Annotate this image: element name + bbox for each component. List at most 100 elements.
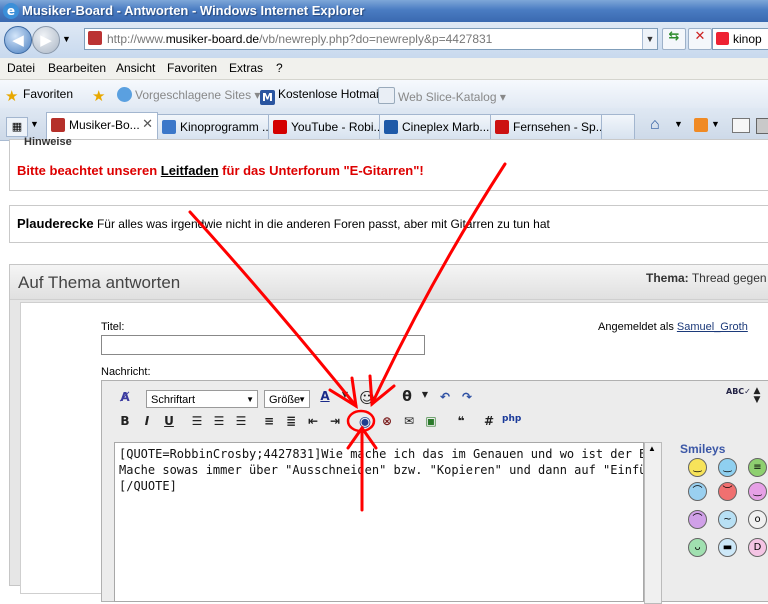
remove-link-icon[interactable]: ⊗	[378, 414, 396, 432]
smiley-confused-icon[interactable]: ~	[718, 510, 737, 529]
quick-tabs-icon[interactable]: ▦	[6, 117, 28, 137]
smiley-mad-icon[interactable]: ︶	[718, 482, 737, 501]
site-favicon-icon	[88, 31, 102, 45]
close-tab-icon[interactable]: ✕	[142, 117, 153, 132]
insert-image-icon[interactable]: ▣	[422, 414, 440, 432]
redo-icon[interactable]: ↷	[458, 390, 476, 408]
smiley-cool-icon[interactable]: ‿	[718, 458, 737, 477]
message-textarea[interactable]: [QUOTE=RobbinCrosby;4427831]Wie mache ic…	[114, 442, 644, 602]
msn-icon: M	[260, 90, 275, 105]
smiley-eek-icon[interactable]: o	[748, 510, 767, 529]
thread-title: Thema: Thread gegen P	[646, 271, 768, 285]
tab-cineplex[interactable]: Cineplex Marb...	[379, 114, 491, 139]
user-link[interactable]: Samuel_Groth	[677, 321, 748, 333]
smiley-sunglasses-icon[interactable]: ▬	[718, 538, 737, 557]
insert-email-icon[interactable]: ✉	[400, 414, 418, 432]
add-favorite-icon[interactable]: ★	[92, 87, 110, 104]
star-icon: ★	[5, 88, 19, 105]
navigation-bar: ◀ ▶ ▼ http://www.musiker-board.de/vb/new…	[0, 22, 768, 58]
title-input[interactable]	[101, 335, 425, 355]
bold-icon[interactable]: B	[116, 414, 134, 432]
menu-bearbeiten[interactable]: Bearbeiten	[48, 61, 106, 75]
align-left-icon[interactable]: ☰	[188, 414, 206, 432]
menu-favoriten[interactable]: Favoriten	[167, 61, 217, 75]
resize-editor-icon[interactable]: ▲ ▼	[748, 387, 766, 407]
stop-button[interactable]: ✕	[688, 28, 712, 50]
tab-favicon-icon	[51, 118, 65, 132]
address-dropdown-icon[interactable]: ▼	[642, 29, 657, 49]
indent-icon[interactable]: ⇥	[326, 414, 344, 432]
align-right-icon[interactable]: ☰	[232, 414, 250, 432]
tab-list-dropdown-icon[interactable]: ▼	[30, 119, 39, 129]
remove-format-icon[interactable]: A̸	[116, 390, 134, 408]
smiley-wink-icon[interactable]: ‿	[748, 482, 767, 501]
italic-icon[interactable]: I	[138, 414, 156, 432]
message-label: Nachricht:	[101, 366, 151, 378]
underline-icon[interactable]: U	[160, 414, 178, 432]
menu-ansicht[interactable]: Ansicht	[116, 61, 155, 75]
print-icon[interactable]	[756, 118, 768, 134]
special-char-icon[interactable]: θ	[398, 389, 416, 407]
spellcheck-icon[interactable]: ABC✓	[726, 387, 751, 405]
address-field[interactable]: http://www.musiker-board.de/vb/newreply.…	[84, 28, 658, 50]
undo-icon[interactable]: ↶	[436, 390, 454, 408]
home-dropdown-icon[interactable]: ▼	[674, 119, 683, 129]
menu-datei[interactable]: Datei	[7, 61, 35, 75]
ordered-list-icon[interactable]: ≡	[260, 414, 278, 432]
menu-help[interactable]: ?	[276, 61, 283, 75]
web-slice-link[interactable]: Web Slice-Katalog ▾	[378, 87, 506, 104]
feed-dropdown-icon[interactable]: ▼	[711, 119, 720, 129]
plauderecke-description: Für alles was irgendwie nicht in die and…	[96, 217, 550, 231]
text-color-dropdown-icon[interactable]: ▼	[336, 390, 354, 408]
font-select[interactable]: Schriftart ▼	[146, 390, 258, 408]
smiley-sad-icon[interactable]: ⌒	[688, 510, 707, 529]
search-provider-icon	[716, 32, 729, 45]
scroll-up-icon[interactable]: ▲	[648, 444, 656, 453]
text-color-icon[interactable]: A	[316, 389, 334, 407]
message-editor: A̸ Schriftart ▼ Größe ▼ A ▼ ☺ θ ▼ ↶ ↷ ABC✓…	[101, 380, 768, 604]
plauderecke-link[interactable]: Plauderecke	[17, 216, 94, 231]
search-input[interactable]: kinop	[712, 28, 768, 50]
code-icon[interactable]: #	[480, 414, 498, 432]
hotmail-link[interactable]: M Kostenlose Hotmail	[260, 87, 381, 105]
textarea-scrollbar[interactable]: ▲	[644, 442, 662, 604]
insert-link-icon[interactable]: ◉	[356, 414, 374, 432]
php-code-icon[interactable]: php	[502, 414, 521, 432]
reply-title: Auf Thema antworten	[18, 273, 181, 292]
refresh-button[interactable]: ⇆	[662, 28, 686, 50]
rss-feed-icon[interactable]	[694, 118, 708, 132]
quote-icon[interactable]: ❝	[452, 414, 470, 432]
page-content: Hinweise Bitte beachtet unseren Leitfade…	[0, 136, 768, 604]
align-center-icon[interactable]: ☰	[210, 414, 228, 432]
smiley-smile-icon[interactable]: ‿	[688, 458, 707, 477]
home-icon[interactable]: ⌂	[650, 116, 660, 134]
tab-bar: ▦ ▼ Musiker-Bo... ✕ Kinoprogramm ... You…	[0, 108, 768, 141]
size-select[interactable]: Größe ▼	[264, 390, 310, 408]
favorites-button[interactable]: ★ Favoriten	[5, 87, 73, 104]
smiley-insert-icon[interactable]: ☺	[358, 389, 376, 407]
forward-button[interactable]: ▶	[32, 26, 60, 54]
leitfaden-link[interactable]: Leitfaden	[161, 163, 219, 178]
new-tab-button[interactable]	[601, 114, 635, 139]
mail-icon[interactable]	[732, 118, 750, 133]
suggested-sites-link[interactable]: Vorgeschlagene Sites ▾	[117, 87, 260, 102]
special-char-dropdown-icon[interactable]: ▼	[416, 390, 434, 408]
back-button[interactable]: ◀	[4, 26, 32, 54]
smiley-laugh-icon[interactable]: D	[748, 538, 767, 557]
ie-page-icon	[117, 87, 132, 102]
tab-favicon-icon	[273, 120, 287, 134]
menu-bar: Datei Bearbeiten Ansicht Favoriten Extra…	[0, 58, 768, 80]
smiley-tongue-icon[interactable]: ᴗ	[688, 538, 707, 557]
history-dropdown-icon[interactable]: ▼	[62, 34, 71, 44]
outdent-icon[interactable]: ⇤	[304, 414, 322, 432]
tab-kinoprogramm[interactable]: Kinoprogramm ...	[157, 114, 269, 139]
menu-extras[interactable]: Extras	[229, 61, 263, 75]
title-label: Titel:	[101, 321, 125, 333]
smiley-frown-icon[interactable]: ⌒	[688, 482, 707, 501]
unordered-list-icon[interactable]: ≣	[282, 414, 300, 432]
tab-fernsehen[interactable]: Fernsehen - Sp...	[490, 114, 602, 139]
smileys-title: Smileys	[680, 442, 726, 456]
reply-panel: Auf Thema antworten Thema: Thread gegen …	[9, 264, 768, 604]
smiley-grin-icon[interactable]: ≡	[748, 458, 767, 477]
tab-youtube[interactable]: YouTube - Robi...	[268, 114, 380, 139]
